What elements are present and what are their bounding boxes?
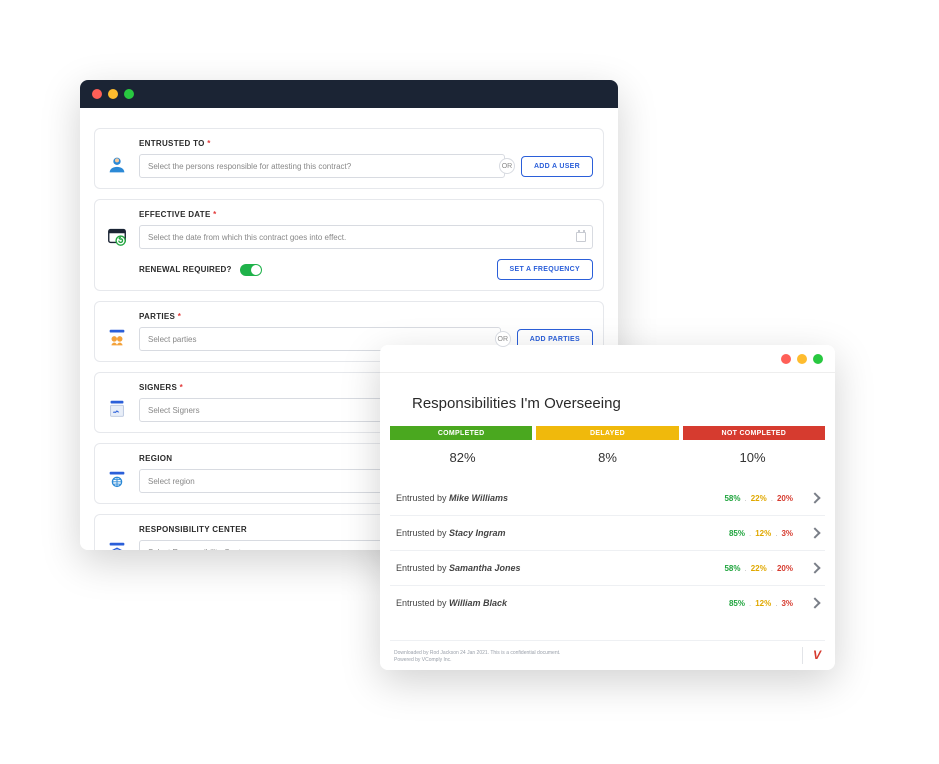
- chevron-right-icon: [809, 597, 820, 608]
- renewal-required-label: RENEWAL REQUIRED?: [139, 265, 232, 274]
- responsibility-row[interactable]: Entrusted by Stacy Ingram 85%. 12%. 3%: [390, 516, 825, 551]
- dashboard-title: Responsibilities I'm Overseeing: [412, 395, 825, 412]
- responsibility-list: Entrusted by Mike Williams 58%. 22%. 20%…: [390, 481, 825, 620]
- status-notcompleted-chip: NOT COMPLETED: [683, 426, 825, 440]
- row-metrics: 58%. 22%. 20%: [724, 494, 793, 503]
- status-percent-row: 82% 8% 10%: [390, 444, 825, 471]
- dashboard-footer: Downloaded by Rod Jackson 24 Jan 2021. T…: [390, 640, 825, 670]
- delayed-percent: 8%: [535, 444, 680, 471]
- entrusted-by-label: Entrusted by William Black: [396, 598, 507, 608]
- notcompleted-percent: 10%: [680, 444, 825, 471]
- completed-percent: 82%: [390, 444, 535, 471]
- window-min-dot[interactable]: [797, 354, 807, 364]
- window-max-dot[interactable]: [813, 354, 823, 364]
- status-completed-chip: COMPLETED: [390, 426, 532, 440]
- parties-label: PARTIES *: [139, 312, 593, 321]
- set-frequency-button[interactable]: SET A FREQUENCY: [497, 259, 594, 280]
- status-header-row: COMPLETED DELAYED NOT COMPLETED: [390, 426, 825, 440]
- responsibility-row[interactable]: Entrusted by Samantha Jones 58%. 22%. 20…: [390, 551, 825, 586]
- window-min-dot[interactable]: [108, 89, 118, 99]
- person-icon: [105, 153, 129, 177]
- window-close-dot[interactable]: [781, 354, 791, 364]
- card-entrusted-to: ENTRUSTED TO * Select the persons respon…: [94, 128, 604, 189]
- window-close-dot[interactable]: [92, 89, 102, 99]
- responsibilities-window: Responsibilities I'm Overseeing COMPLETE…: [380, 345, 835, 670]
- calendar-refresh-icon: [105, 224, 129, 248]
- window-titlebar: [80, 80, 618, 108]
- window-max-dot[interactable]: [124, 89, 134, 99]
- effective-date-label: EFFECTIVE DATE *: [139, 210, 593, 219]
- entrusted-by-label: Entrusted by Mike Williams: [396, 493, 508, 503]
- dashboard-body: Responsibilities I'm Overseeing COMPLETE…: [380, 373, 835, 670]
- signers-icon: [105, 397, 129, 421]
- effective-date-input[interactable]: Select the date from which this contract…: [139, 225, 593, 249]
- building-icon: [105, 539, 129, 550]
- renewal-toggle[interactable]: [240, 264, 262, 276]
- chevron-right-icon: [809, 562, 820, 573]
- or-badge: OR: [495, 331, 511, 347]
- row-metrics: 85%. 12%. 3%: [729, 529, 793, 538]
- row-metrics: 85%. 12%. 3%: [729, 599, 793, 608]
- calendar-icon: [576, 232, 586, 242]
- region-icon: [105, 468, 129, 492]
- entrusted-input[interactable]: Select the persons responsible for attes…: [139, 154, 505, 178]
- status-delayed-chip: DELAYED: [536, 426, 678, 440]
- entrusted-by-label: Entrusted by Stacy Ingram: [396, 528, 506, 538]
- row-metrics: 58%. 22%. 20%: [724, 564, 793, 573]
- or-badge: OR: [499, 158, 515, 174]
- responsibility-row[interactable]: Entrusted by Mike Williams 58%. 22%. 20%: [390, 481, 825, 516]
- vcomply-logo: V: [802, 647, 821, 664]
- add-user-button[interactable]: ADD A USER: [521, 156, 593, 177]
- footer-text: Downloaded by Rod Jackson 24 Jan 2021. T…: [394, 650, 560, 664]
- entrusted-label: ENTRUSTED TO *: [139, 139, 593, 148]
- card-effective-date: EFFECTIVE DATE * Select the date from wh…: [94, 199, 604, 291]
- window-titlebar: [380, 345, 835, 373]
- responsibility-row[interactable]: Entrusted by William Black 85%. 12%. 3%: [390, 586, 825, 620]
- parties-icon: [105, 326, 129, 350]
- chevron-right-icon: [809, 527, 820, 538]
- entrusted-by-label: Entrusted by Samantha Jones: [396, 563, 521, 573]
- chevron-right-icon: [809, 492, 820, 503]
